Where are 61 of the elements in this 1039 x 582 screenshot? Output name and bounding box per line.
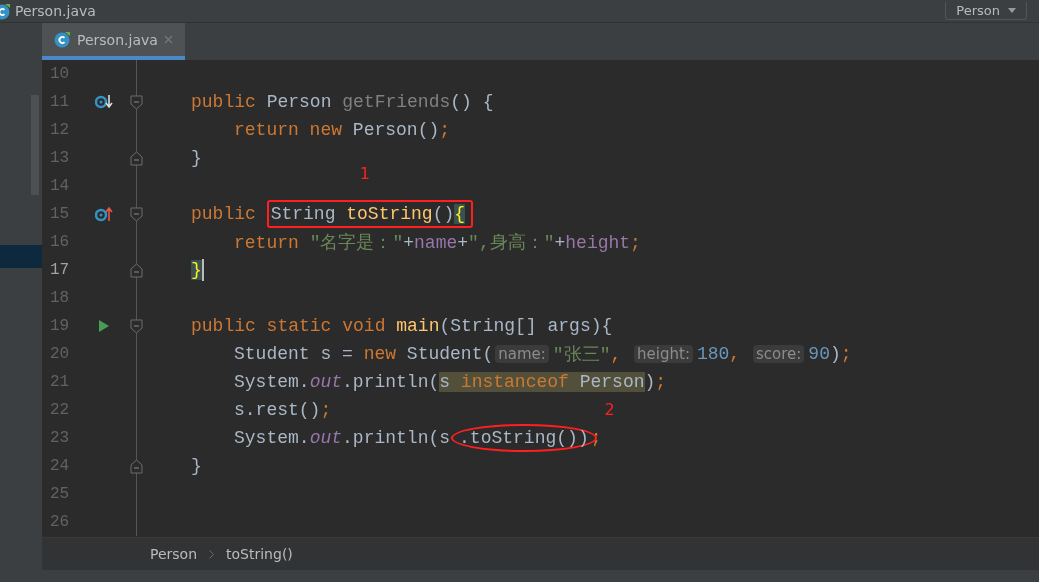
line-number: 16 [49, 233, 71, 251]
implemented-method-icon[interactable] [95, 94, 115, 110]
fold-marker-icon[interactable] [130, 458, 143, 474]
line-number: 26 [49, 513, 71, 531]
annotation-number: 1 [359, 164, 370, 183]
fold-marker-icon[interactable] [130, 150, 143, 166]
line-number: 25 [49, 485, 71, 503]
code-text: String toString(){ [270, 204, 466, 224]
line-number: 23 [49, 429, 71, 447]
line-number: 13 [49, 149, 71, 167]
code-text: .toString()) [459, 428, 589, 448]
code-text: "张三", [552, 344, 623, 366]
line-number: 10 [49, 65, 71, 83]
window-title: Person.java [15, 3, 96, 19]
code-text: return new Person(); [234, 120, 451, 140]
parameter-hint: height: [634, 345, 693, 363]
line-number: 15 [49, 205, 71, 223]
line-number: 17 [49, 261, 71, 279]
code-text: public Person getFriends() { [191, 92, 494, 112]
parameter-hint: score: [752, 345, 805, 363]
line-number: 21 [49, 373, 71, 391]
code-text: 180, [696, 344, 742, 364]
annotation-number: 2 [604, 400, 615, 419]
line-number: 18 [49, 289, 71, 307]
breadcrumb[interactable]: Person [150, 546, 198, 562]
navigator-dropdown[interactable]: Person [945, 2, 1027, 20]
line-number: 24 [49, 457, 71, 475]
code-text: System.out.println(s [234, 428, 451, 448]
class-file-icon [54, 31, 71, 48]
fold-marker-icon[interactable] [130, 206, 143, 222]
code-text: ); [644, 372, 667, 392]
line-number: 11 [49, 93, 71, 111]
line-number: 22 [49, 401, 71, 419]
caret-icon [1008, 8, 1016, 13]
override-method-icon[interactable] [95, 206, 115, 222]
code-text: public [191, 204, 257, 224]
code-text: return "名字是："+name+",身高："+height; [234, 232, 641, 254]
code-text: public static void main(String[] args){ [191, 316, 613, 336]
code-text: } [191, 260, 202, 280]
chevron-icon [209, 549, 215, 559]
fold-marker-icon[interactable] [130, 94, 143, 110]
line-number: 14 [49, 177, 71, 195]
text-caret [201, 259, 204, 281]
code-text: s instanceof Person [439, 372, 645, 392]
line-number: 19 [49, 317, 71, 335]
parameter-hint: name: [495, 345, 549, 363]
close-icon[interactable] [163, 35, 173, 44]
breadcrumb[interactable]: toString() [226, 546, 293, 562]
code-text: ; [590, 428, 602, 448]
line-number: 20 [49, 345, 71, 363]
code-text: System.out.println( [234, 372, 440, 392]
code-text: s.rest(); [234, 400, 332, 420]
code-text: } [191, 148, 202, 168]
fold-marker-icon[interactable] [130, 262, 143, 278]
line-number: 12 [49, 121, 71, 139]
editor-tab[interactable]: Person.java [42, 23, 185, 60]
code-text: 90); [808, 344, 852, 364]
code-text: Student s = new Student( [234, 344, 494, 364]
fold-marker-icon[interactable] [130, 318, 143, 334]
code-text: } [191, 456, 202, 476]
run-icon[interactable] [97, 319, 111, 333]
